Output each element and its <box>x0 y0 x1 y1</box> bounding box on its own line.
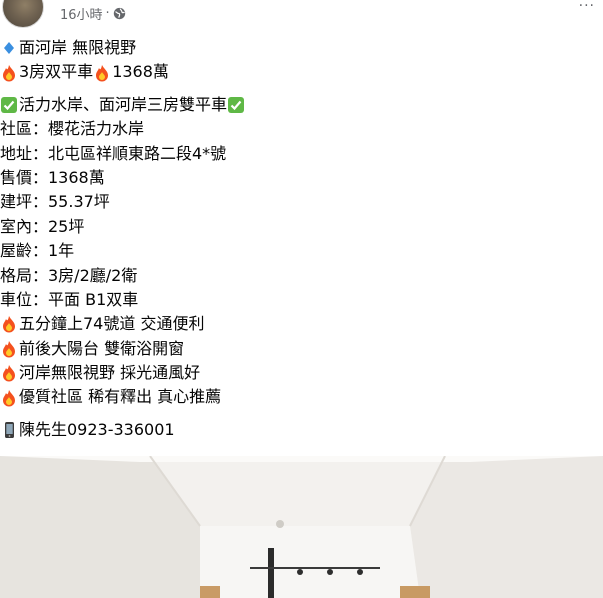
post-line-text: 社區：櫻花活力水岸 <box>0 119 145 139</box>
post-line-text: 建坪：55.37坪 <box>0 192 110 212</box>
avatar[interactable] <box>2 0 44 28</box>
fire-icon <box>0 340 18 358</box>
post-line-text: 前後大陽台 雙衛浴開窗 <box>19 338 185 358</box>
post-line: 陳先生0923-336001 <box>0 418 603 442</box>
post-line-text: 3房双平車 <box>19 62 94 82</box>
post-line-text: 五分鐘上74號道 交通便利 <box>19 314 205 334</box>
post-line: 售價：1368萬 <box>0 166 603 190</box>
post-line: 屋齡：1年 <box>0 239 603 263</box>
post-line: 河岸無限視野 採光通風好 <box>0 361 603 385</box>
post-line: 五分鐘上74號道 交通便利 <box>0 312 603 336</box>
meta-separator: · <box>105 6 110 21</box>
post-line: 面河岸 無限視野 <box>0 36 603 60</box>
post-line-text: 車位：平面 B1双車 <box>0 289 139 309</box>
post-time[interactable]: 16小時 <box>60 4 103 23</box>
post-line-text: 優質社區 稀有釋出 真心推薦 <box>19 387 222 407</box>
post-line: 室內：25坪 <box>0 215 603 239</box>
post-line: 前後大陽台 雙衛浴開窗 <box>0 337 603 361</box>
post-line-text: 活力水岸、面河岸三房雙平車 <box>19 94 228 114</box>
post-line-text: 室內：25坪 <box>0 216 85 236</box>
post-line: 建坪：55.37坪 <box>0 190 603 214</box>
fire-icon <box>0 364 18 382</box>
post-line-text: 地址：北屯區祥順東路二段4*號 <box>0 143 227 163</box>
post-line: 車位：平面 B1双車 <box>0 288 603 312</box>
post-line-text: 售價：1368萬 <box>0 167 105 187</box>
interior-photo[interactable] <box>0 456 603 598</box>
post-line: 社區：櫻花活力水岸 <box>0 117 603 141</box>
post-line: 優質社區 稀有釋出 真心推薦 <box>0 385 603 409</box>
globe-icon[interactable] <box>113 7 126 20</box>
post-header: 16小時 · ··· <box>0 0 603 30</box>
post-line-text: 1368萬 <box>112 62 169 82</box>
post-line-text: 河岸無限視野 採光通風好 <box>19 363 201 383</box>
post-line-text: 屋齡：1年 <box>0 241 75 261</box>
post-line-text: 面河岸 無限視野 <box>19 38 137 57</box>
fire-icon <box>93 64 111 82</box>
post-line-text[interactable]: 陳先生0923-336001 <box>19 418 175 442</box>
check-icon <box>0 96 18 114</box>
post-line: 活力水岸、面河岸三房雙平車 <box>0 93 603 117</box>
post-line: 格局：3房/2廳/2衛 <box>0 264 603 288</box>
fire-icon <box>0 315 18 333</box>
post-line-text: 格局：3房/2廳/2衛 <box>0 265 138 285</box>
fire-icon <box>0 64 18 82</box>
post-body: 面河岸 無限視野 3房双平車 1368萬 活力水岸、面河岸三房雙平車 社區：櫻花… <box>0 36 603 442</box>
post-line: 地址：北屯區祥順東路二段4*號 <box>0 142 603 166</box>
check-icon <box>227 96 245 114</box>
phone-icon <box>0 421 18 439</box>
interior-photo-graphic <box>0 456 603 598</box>
post-line: 3房双平車 1368萬 <box>0 60 603 84</box>
post-meta: 16小時 · <box>60 4 126 23</box>
more-dots-icon[interactable]: ··· <box>579 0 595 14</box>
fire-icon <box>0 389 18 407</box>
blue-diamond-icon <box>0 39 18 57</box>
